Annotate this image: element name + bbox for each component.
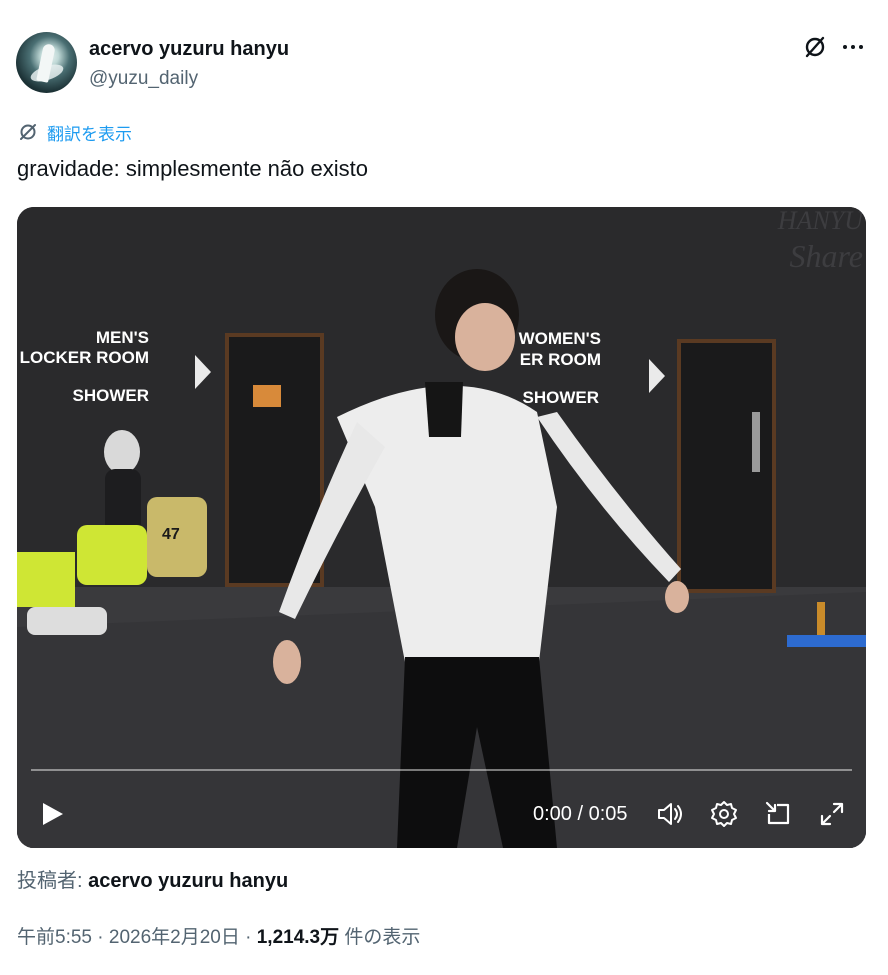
watermark-line1: HANYU (777, 207, 865, 235)
watermark-line2: Share (790, 238, 863, 274)
translate-icon (20, 124, 36, 140)
time-current: 0:00 (533, 803, 572, 825)
video-frame: MEN'S LOCKER ROOM SHOWER WOMEN'S ER ROOM… (17, 207, 866, 848)
video-controls: 0:00 / 0:05 (17, 787, 866, 843)
tweet-date[interactable]: 2026年2月20日 (109, 927, 240, 948)
progress-bar[interactable] (31, 769, 852, 771)
sign-mens-line2: LOCKER ROOM (20, 348, 149, 367)
translate-label: 翻訳を表示 (47, 124, 132, 144)
author-display-name[interactable]: acervo yuzuru hanyu (89, 38, 289, 61)
play-icon[interactable] (37, 799, 67, 829)
settings-icon[interactable] (709, 799, 739, 829)
sign-mens-line1: MEN'S (96, 328, 149, 347)
tweet-header: acervo yuzuru hanyu @yuzu_daily (16, 30, 872, 94)
posted-by: 投稿者: acervo yuzuru hanyu (17, 864, 288, 893)
tweet-text: gravidade: simplesmente não existo (17, 156, 368, 181)
sign-shower-left: SHOWER (73, 386, 150, 405)
fullscreen-icon[interactable] (817, 799, 847, 829)
time-display: 0:00 / 0:05 (533, 803, 628, 826)
sign-shower-right: SHOWER (523, 388, 600, 407)
meta-separator: · (239, 927, 257, 948)
views-count: 1,214.3万 (256, 927, 340, 948)
posted-by-name[interactable]: acervo yuzuru hanyu (88, 870, 288, 892)
views-label: 件の表示 (339, 927, 421, 948)
author-handle[interactable]: @yuzu_daily (89, 68, 198, 90)
translate-link[interactable]: 翻訳を表示 (17, 120, 132, 144)
bib-number: 47 (162, 526, 180, 543)
posted-by-label: 投稿者: (17, 870, 89, 892)
tweet-meta: 午前5:55 · 2026年2月20日 · 1,214.3万 件の表示 (17, 922, 420, 949)
meta-separator: · (91, 927, 109, 948)
pip-icon[interactable] (763, 799, 793, 829)
sign-womens-line1: WOMEN'S (519, 329, 601, 348)
video-player[interactable]: MEN'S LOCKER ROOM SHOWER WOMEN'S ER ROOM… (17, 207, 866, 848)
sign-womens-line2: ER ROOM (520, 350, 601, 369)
avatar[interactable] (16, 32, 77, 93)
time-total: 0:05 (588, 803, 628, 825)
time-separator: / (571, 803, 589, 825)
more-icon[interactable] (840, 34, 866, 60)
tweet-time[interactable]: 午前5:55 (17, 927, 92, 948)
grok-icon[interactable] (802, 34, 828, 60)
volume-icon[interactable] (655, 799, 685, 829)
